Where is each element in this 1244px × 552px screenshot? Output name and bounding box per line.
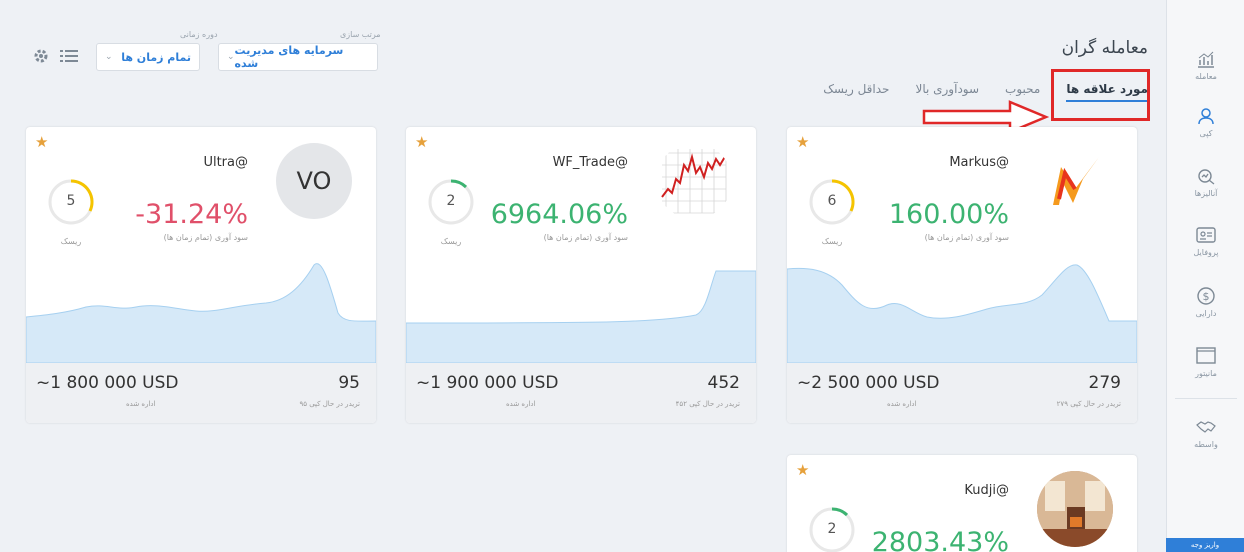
sparkline-chart — [406, 270, 756, 363]
copier-count: 452 — [707, 373, 740, 393]
sidebar-item-monitor[interactable]: مانیتور — [1167, 345, 1244, 378]
card-footer: ~2 500 000 USD اداره شده 279 ۲۷۹ تریدر د… — [787, 363, 1137, 423]
trader-card[interactable]: ★ Kudji@ 2 2803.43% — [787, 455, 1137, 552]
managed-label: اداره شده — [887, 400, 917, 408]
avatar-initials: VO — [296, 167, 332, 195]
chevron-down-icon: ⌄ — [227, 52, 235, 62]
trader-name: Ultra@ — [203, 155, 248, 170]
room-photo-avatar-icon — [1037, 471, 1113, 547]
profit-label: سود آوری (تمام زمان ها) — [924, 233, 1009, 242]
handshake-icon — [1196, 421, 1216, 433]
profit-value: 2803.43% — [871, 527, 1009, 552]
star-icon[interactable]: ★ — [415, 133, 428, 151]
sort-value: سرمایه های مدیریت شده — [234, 44, 344, 70]
risk-value: 2 — [446, 193, 456, 209]
deposit-button[interactable]: واریز وجه — [1166, 538, 1244, 552]
page-title: معامله گران — [1061, 38, 1148, 58]
avatar — [656, 143, 732, 219]
sparkline-chart — [787, 264, 1137, 363]
period-value: تمام زمان ها — [121, 50, 191, 64]
profit-value: 6964.06% — [490, 199, 628, 230]
sidebar-item-trade[interactable]: معامله — [1167, 48, 1244, 81]
profit-value: 160.00% — [888, 199, 1009, 230]
card-footer: ~1 800 000 USD اداره شده 95 ۹۵ تریدر در … — [26, 363, 376, 423]
trader-card[interactable]: ★ WF_Trade@ 2 ریسک 6964.06% سود آوری (تم… — [406, 127, 756, 423]
avatar — [1037, 143, 1113, 219]
managed-label: اداره شده — [126, 400, 156, 408]
profile-card-icon — [1196, 227, 1216, 243]
copier-count: 95 — [338, 373, 360, 393]
risk-value: 2 — [827, 521, 837, 537]
monitor-icon — [1196, 347, 1216, 364]
gear-icon[interactable] — [32, 47, 50, 65]
trader-name: Markus@ — [949, 155, 1009, 170]
risk-value: 5 — [66, 193, 76, 209]
sidebar: معامله کپی آنالیزها پروفایل $ دارایی مان… — [1166, 0, 1244, 552]
sidebar-item-label: معامله — [1195, 72, 1217, 81]
star-icon[interactable]: ★ — [35, 133, 48, 151]
sidebar-item-analytics[interactable]: آنالیزها — [1167, 165, 1244, 198]
tab-min-risk[interactable]: حداقل ریسک — [823, 82, 889, 102]
highlight-annotation-box — [1051, 69, 1150, 121]
sidebar-divider — [1175, 398, 1237, 399]
sidebar-item-label: دارایی — [1195, 309, 1217, 318]
markus-logo-icon — [1053, 157, 1099, 205]
risk-value: 6 — [827, 193, 837, 209]
svg-text:$: $ — [1203, 290, 1210, 303]
sidebar-item-assets[interactable]: $ دارایی — [1167, 285, 1244, 318]
dollar-icon: $ — [1197, 287, 1215, 305]
risk-label: ریسک — [821, 237, 843, 246]
trader-card[interactable]: ★ Ultra@ VO 5 ریسک -31.24% سود آوری (تما… — [26, 127, 376, 423]
card-footer: ~1 900 000 USD اداره شده 452 ۴۵۲ تریدر د… — [406, 363, 756, 423]
star-icon[interactable]: ★ — [796, 133, 809, 151]
profit-label: سود آوری (تمام زمان ها) — [163, 233, 248, 242]
trader-name: Kudji@ — [964, 483, 1009, 498]
profit-label: سود آوری (تمام زمان ها) — [543, 233, 628, 242]
sidebar-item-label: مانیتور — [1195, 369, 1217, 378]
sidebar-item-label: کپی — [1199, 129, 1213, 138]
trader-name: WF_Trade@ — [552, 155, 628, 170]
trader-card[interactable]: ★ Markus@ 6 ریسک 160.00% سود آوری (تمام … — [787, 127, 1137, 423]
risk-label: ریسک — [440, 237, 462, 246]
avatar: VO — [276, 143, 352, 219]
chevron-down-icon: ⌄ — [105, 52, 113, 62]
sidebar-item-profile[interactable]: پروفایل — [1167, 224, 1244, 257]
chart-bar-icon — [1198, 51, 1214, 68]
managed-value: ~2 500 000 USD — [797, 373, 940, 393]
avatar — [1037, 471, 1113, 547]
managed-value: ~1 900 000 USD — [416, 373, 559, 393]
risk-label: ریسک — [60, 237, 82, 246]
sidebar-item-label: پروفایل — [1193, 248, 1219, 257]
period-label: دوره زمانی — [180, 30, 218, 39]
sparkline-chart — [26, 263, 376, 363]
sidebar-item-broker[interactable]: واسطه — [1167, 416, 1244, 449]
sidebar-item-copy[interactable]: کپی — [1167, 105, 1244, 138]
copier-count-label: ۹۵ تریدر در حال کپی — [299, 400, 360, 408]
copier-count-label: ۲۷۹ تریدر در حال کپی — [1056, 400, 1121, 408]
copier-count: 279 — [1088, 373, 1121, 393]
sort-label: مرتب سازی — [340, 30, 381, 39]
chart-grid-avatar-icon — [661, 149, 727, 214]
profit-value: -31.24% — [135, 199, 248, 230]
star-icon[interactable]: ★ — [796, 461, 809, 479]
managed-label: اداره شده — [506, 400, 536, 408]
copier-count-label: ۴۵۲ تریدر در حال کپی — [675, 400, 740, 408]
analytics-icon — [1198, 169, 1215, 185]
sort-select[interactable]: ⌄ سرمایه های مدیریت شده — [218, 43, 378, 71]
user-copy-icon — [1198, 108, 1214, 125]
list-view-icon[interactable] — [60, 48, 78, 64]
managed-value: ~1 800 000 USD — [36, 373, 179, 393]
sidebar-item-label: آنالیزها — [1194, 189, 1218, 198]
period-select[interactable]: ⌄ تمام زمان ها — [96, 43, 200, 71]
sidebar-item-label: واسطه — [1194, 440, 1218, 449]
